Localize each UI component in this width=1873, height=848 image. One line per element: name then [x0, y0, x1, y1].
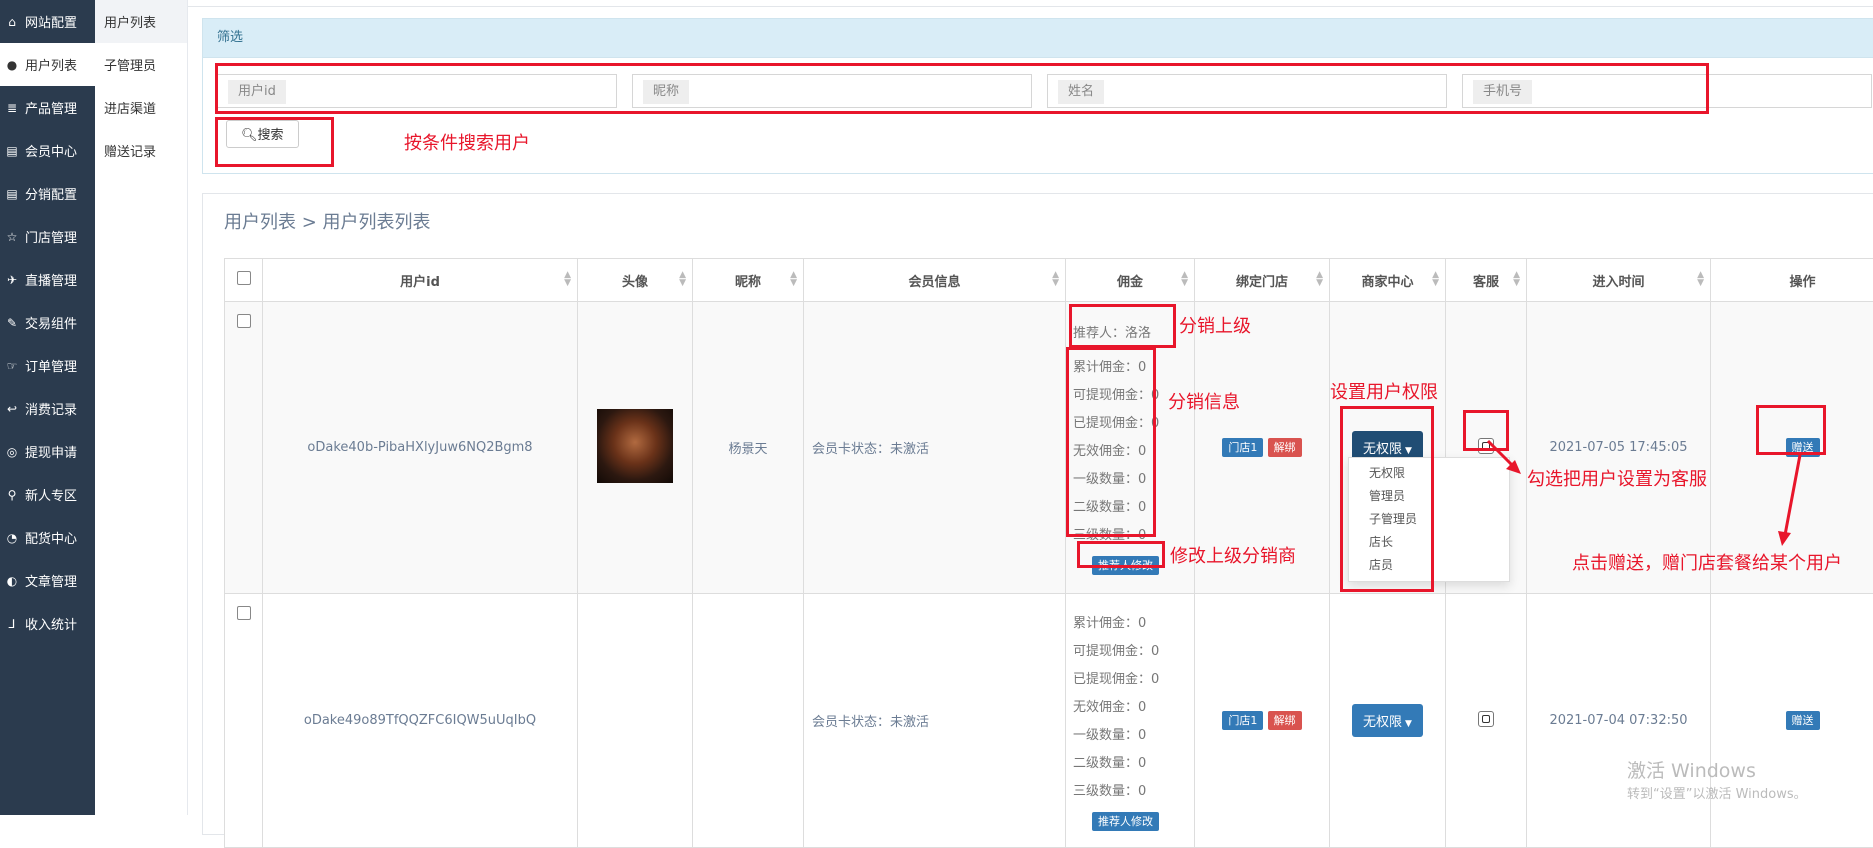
arrow-to-gift-note — [1785, 455, 1800, 535]
watermark-title: 激活 Windows — [1627, 756, 1756, 783]
arrow-to-customer-service-note — [1488, 441, 1515, 468]
watermark-subtitle: 转到“设置”以激活 Windows。 — [1627, 783, 1807, 802]
arrowhead — [1778, 531, 1791, 546]
annotation-arrows — [0, 0, 1873, 815]
